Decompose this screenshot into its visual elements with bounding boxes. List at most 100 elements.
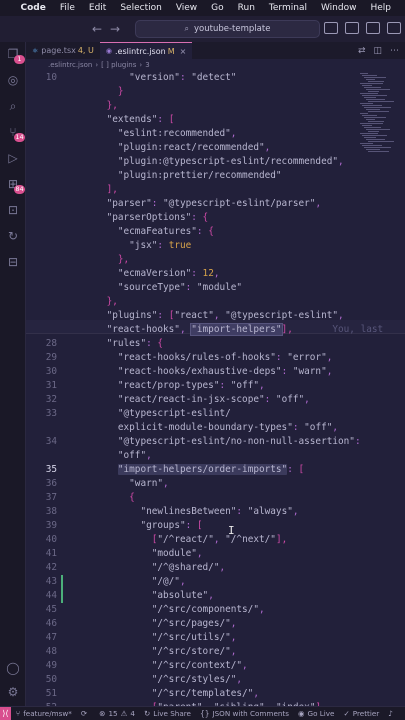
code-line[interactable]: 30 "react-hooks/exhaustive-deps": "warn"… — [26, 365, 405, 379]
github-icon[interactable]: ◎ — [5, 72, 21, 88]
code-line[interactable]: 28 "rules": { — [26, 337, 405, 351]
code-token: "plugin:@typescript-eslint/recommended" — [117, 156, 338, 167]
menu-edit[interactable]: Edit — [89, 3, 106, 13]
command-center-search[interactable]: ⌕ youtube-template — [135, 20, 320, 38]
compare-changes-icon[interactable]: ⇄ — [358, 46, 366, 56]
git-change-marker[interactable] — [61, 589, 63, 603]
code-line[interactable]: explicit-module-boundary-types": "off", — [26, 421, 405, 435]
code-line[interactable]: 47 "/^src/utils/", — [26, 631, 405, 645]
toggle-panel-icon[interactable] — [345, 22, 359, 34]
code-line[interactable]: 37 { — [26, 491, 405, 505]
code-line[interactable]: 32 "react/react-in-jsx-scope": "off", — [26, 393, 405, 407]
git-change-marker[interactable] — [61, 575, 63, 589]
code-token: ], — [275, 534, 288, 545]
go-live-button[interactable]: ◉ Go Live — [298, 709, 334, 718]
code-line[interactable]: "plugin:react/recommended", — [26, 141, 405, 155]
menu-run[interactable]: Run — [238, 3, 255, 13]
tab-eslintrc-json[interactable]: ◉ .eslintrc.json M × — [99, 42, 193, 59]
menu-selection[interactable]: Selection — [120, 3, 161, 13]
code-line[interactable]: "plugin:prettier/recommended" — [26, 169, 405, 183]
customize-layout-icon[interactable] — [387, 22, 401, 34]
minimap[interactable] — [360, 71, 405, 171]
breadcrumb-index[interactable]: 3 — [145, 61, 149, 69]
code-line[interactable]: "react-hooks", "import-helpers"], You, l… — [26, 323, 405, 337]
code-line[interactable]: 44 "absolute", — [26, 589, 405, 603]
code-line[interactable]: 33 "@typescript-eslint/ — [26, 407, 405, 421]
remote-indicator-icon[interactable]: ⟩⟨ — [0, 706, 11, 720]
code-line[interactable]: 29 "react-hooks/rules-of-hooks": "error"… — [26, 351, 405, 365]
live-share-button[interactable]: ↻ Live Share — [144, 709, 191, 718]
code-line[interactable]: "jsx": true — [26, 239, 405, 253]
code-line[interactable]: "plugins": ["react", "@typescript-eslint… — [26, 309, 405, 323]
explorer-icon[interactable]: ❐ 1 — [5, 46, 25, 64]
code-line[interactable]: 46 "/^src/pages/", — [26, 617, 405, 631]
code-line[interactable]: 38 "newlinesBetween": "always", — [26, 505, 405, 519]
code-line[interactable]: "eslint:recommended", — [26, 127, 405, 141]
code-line[interactable]: }, — [26, 253, 405, 267]
menu-app-name[interactable]: Code — [20, 3, 45, 13]
live-share-icon[interactable]: ↻ — [5, 228, 21, 244]
code-line[interactable]: "extends": [ — [26, 113, 405, 127]
code-line[interactable]: "sourceType": "module" — [26, 281, 405, 295]
code-line[interactable]: 35 "import-helpers/order-imports": [ — [26, 463, 405, 477]
menu-view[interactable]: View — [176, 3, 197, 13]
remote-explorer-icon[interactable]: ⊡ — [5, 202, 21, 218]
code-line[interactable]: "parser": "@typescript-eslint/parser", — [26, 197, 405, 211]
breadcrumb-file[interactable]: .eslintrc.json — [48, 61, 92, 69]
code-line[interactable]: "plugin:@typescript-eslint/recommended", — [26, 155, 405, 169]
code-line[interactable]: "ecmaFeatures": { — [26, 225, 405, 239]
tab-page-tsx[interactable]: ⚛ page.tsx 4, U — [26, 42, 100, 59]
language-mode-button[interactable]: {} JSON with Comments — [200, 709, 289, 718]
code-line[interactable]: }, — [26, 295, 405, 309]
code-line[interactable]: 40 ["/^react/", "/^next/"], — [26, 533, 405, 547]
code-line[interactable]: 50 "/^src/styles/", — [26, 673, 405, 687]
source-control-icon[interactable]: ⑂ 14 — [5, 124, 25, 142]
code-line[interactable]: 36 "warn", — [26, 477, 405, 491]
prettier-button[interactable]: ✓ Prettier — [343, 709, 379, 718]
search-icon[interactable]: ⌕ — [5, 98, 21, 114]
split-editor-icon[interactable]: ◫ — [373, 46, 382, 56]
account-icon[interactable]: ◯ — [5, 660, 21, 676]
menu-window[interactable]: Window — [321, 3, 357, 13]
menu-help[interactable]: Help — [370, 3, 391, 13]
menu-go[interactable]: Go — [211, 3, 223, 13]
code-line[interactable]: }, — [26, 99, 405, 113]
code-line[interactable]: "parserOptions": { — [26, 211, 405, 225]
notifications-button[interactable]: ♪ — [388, 709, 396, 718]
code-line[interactable]: 45 "/^src/components/", — [26, 603, 405, 617]
menu-file[interactable]: File — [60, 3, 75, 13]
code-line[interactable]: 43 "/@/", — [26, 575, 405, 589]
problems-indicator[interactable]: ⊗ 15 ⚠ 4 — [99, 709, 135, 718]
run-debug-icon[interactable]: ▷ — [5, 150, 21, 166]
menu-terminal[interactable]: Terminal — [269, 3, 307, 13]
more-actions-icon[interactable]: ⋯ — [390, 46, 399, 56]
code-line[interactable]: 41 "module", — [26, 547, 405, 561]
code-line[interactable]: 31 "react/prop-types": "off", — [26, 379, 405, 393]
code-line[interactable]: 51 "/^src/templates/", — [26, 687, 405, 701]
settings-gear-icon[interactable]: ⚙ — [5, 684, 21, 700]
code-line[interactable]: "off", — [26, 449, 405, 463]
code-editor[interactable]: 10 "version": "detect" } }, "extends": [… — [26, 71, 405, 706]
minimap-line — [366, 99, 385, 100]
code-line[interactable]: 10 "version": "detect" — [26, 71, 405, 85]
code-line[interactable]: 34 "@typescript-eslint/no-non-null-asser… — [26, 435, 405, 449]
toggle-sidebar-icon[interactable] — [324, 22, 338, 34]
bookmarks-icon[interactable]: ⊟ — [5, 254, 21, 270]
arrow-left-icon[interactable]: ← — [88, 22, 106, 36]
breadcrumb-segment[interactable]: [ ] plugins — [101, 61, 136, 69]
code-line[interactable]: 39 "groups": [ — [26, 519, 405, 533]
extensions-icon[interactable]: ⊞ 84 — [5, 176, 25, 194]
code-line[interactable]: 49 "/^src/context/", — [26, 659, 405, 673]
code-line[interactable]: ], — [26, 183, 405, 197]
code-line[interactable]: 42 "/^@shared/", — [26, 561, 405, 575]
arrow-right-icon[interactable]: → — [106, 22, 124, 36]
sync-button[interactable]: ⟳ — [81, 709, 90, 718]
code-line[interactable]: } — [26, 85, 405, 99]
toggle-secondary-sidebar-icon[interactable] — [366, 22, 380, 34]
close-icon[interactable]: × — [180, 47, 187, 56]
branch-indicator[interactable]: ⑂ feature/msw* — [16, 709, 72, 718]
code-text: "off", — [84, 449, 152, 463]
code-line[interactable]: "ecmaVersion": 12, — [26, 267, 405, 281]
code-line[interactable]: 48 "/^src/store/", — [26, 645, 405, 659]
